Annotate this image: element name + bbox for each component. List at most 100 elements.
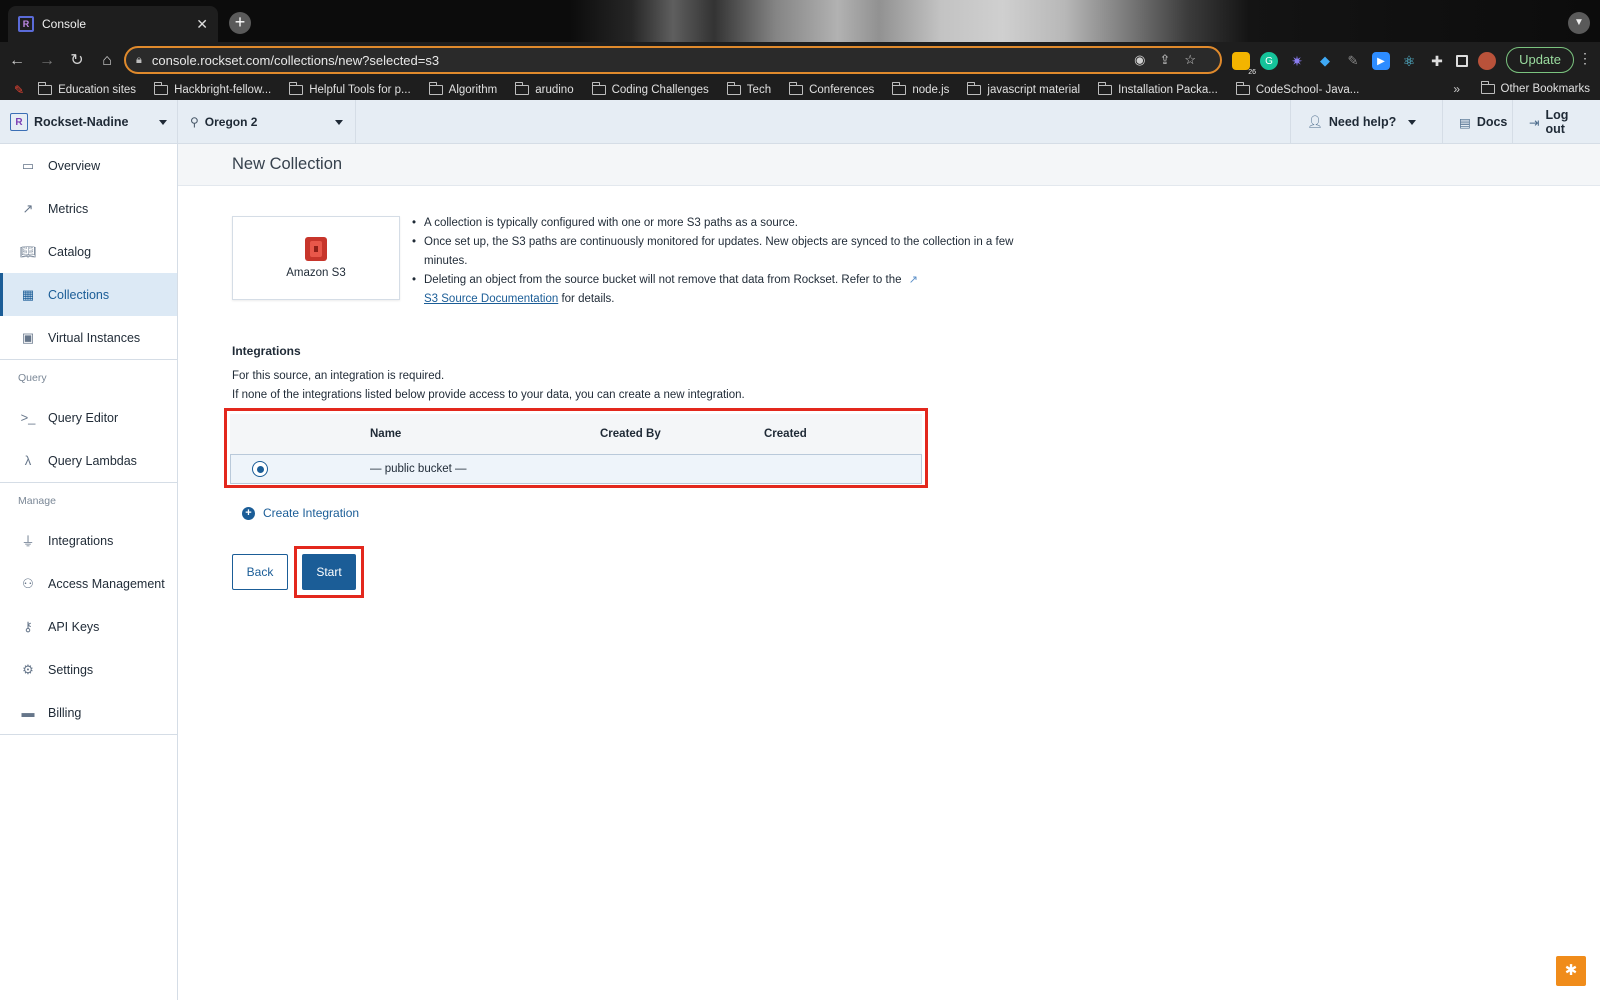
need-help-menu[interactable]: 👤︎ Need help? <box>1290 100 1442 144</box>
tab-title: Console <box>42 17 87 31</box>
sidebar-item-settings[interactable]: ⚙ Settings <box>0 648 177 691</box>
create-integration-link[interactable]: + Create Integration <box>242 506 359 520</box>
bookmark-folder[interactable]: Installation Packa... <box>1098 82 1218 96</box>
region-selector[interactable]: ⚲ Oregon 2 <box>178 100 356 144</box>
org-name: Rockset-Nadine <box>34 115 129 129</box>
close-tab-icon[interactable]: ✕ <box>196 16 208 33</box>
chart-icon: ↗ <box>22 200 34 216</box>
rockset-favicon-icon: R <box>18 16 34 32</box>
bookmark-folder[interactable]: arudino <box>515 82 574 96</box>
bookmark-folder[interactable]: Hackbright-fellow... <box>154 82 271 96</box>
bookmark-folder[interactable]: Coding Challenges <box>591 82 709 96</box>
notes-extension-icon[interactable]: 26 <box>1232 52 1256 76</box>
new-tab-button[interactable]: + <box>229 12 251 34</box>
info-bullet: Deleting an object from the source bucke… <box>412 271 1032 309</box>
rockset-logo-icon: R <box>10 113 28 131</box>
s3-docs-link[interactable]: S3 Source Documentation <box>424 293 558 305</box>
info-bullet-text: Deleting an object from the source bucke… <box>424 274 902 286</box>
more-bookmarks-button[interactable]: » <box>1453 82 1460 96</box>
document-icon: ▤ <box>1459 115 1471 130</box>
bookmark-folder[interactable]: Education sites <box>38 82 136 96</box>
tabstrip-background <box>570 0 1600 42</box>
folder-icon <box>591 82 606 95</box>
extensions-bar: 26 G ✷ ◆ ✎ ▶ ⚛ ✚ <box>1232 48 1496 76</box>
map-pin-icon: ⚲ <box>190 115 199 129</box>
address-bar[interactable]: 🔒︎ console.rockset.com/collections/new?s… <box>124 46 1222 74</box>
start-button[interactable]: Start <box>302 554 356 590</box>
back-button[interactable]: Back <box>232 554 288 590</box>
bookmark-folder[interactable]: node.js <box>892 82 949 96</box>
chip-icon: ▣ <box>21 329 35 345</box>
source-card-amazon-s3: Amazon S3 <box>232 216 400 300</box>
table-header: Name Created By Created <box>230 414 922 454</box>
folder-icon <box>154 82 169 95</box>
omnibox-actions[interactable]: ◉⇪☆ <box>1134 52 1210 68</box>
integration-radio[interactable] <box>252 461 268 477</box>
bug-report-icon[interactable]: ✱ <box>1556 956 1586 986</box>
profile-avatar[interactable] <box>1478 52 1496 70</box>
sidebar-item-integrations[interactable]: ⏚ Integrations <box>0 519 177 562</box>
update-button[interactable]: Update <box>1506 47 1574 73</box>
source-name: Amazon S3 <box>286 267 346 279</box>
url-text: console.rockset.com/collections/new?sele… <box>151 52 440 68</box>
bookmark-folder[interactable]: Helpful Tools for p... <box>289 82 411 96</box>
source-info-list: A collection is typically configured wit… <box>412 214 1032 309</box>
tab-search-button[interactable]: ▼ <box>1568 12 1590 34</box>
bookmark-folder[interactable]: Conferences <box>789 82 874 96</box>
sidebar-item-collections[interactable]: ▦ Collections <box>0 273 177 316</box>
gem-extension-icon[interactable]: ◆ <box>1316 52 1334 70</box>
browser-menu-icon[interactable]: ⋮ <box>1578 50 1592 67</box>
grammarly-extension-icon[interactable]: G <box>1260 52 1278 70</box>
reload-icon[interactable]: ↻ <box>64 48 90 74</box>
bookmark-folder[interactable]: CodeSchool- Java... <box>1235 82 1359 96</box>
sidebar-item-virtual-instances[interactable]: ▣ Virtual Instances <box>0 316 177 359</box>
bookmarks-bar: ✎ Education sites Hackbright-fellow... H… <box>0 80 1600 100</box>
sidebar-item-api-keys[interactable]: ⚷ API Keys <box>0 605 177 648</box>
browser-tabstrip: R Console ✕ + ▼ <box>0 0 1600 42</box>
external-link-icon: ↗ <box>908 274 918 286</box>
pen-extension-icon[interactable]: ✎ <box>1344 52 1362 70</box>
integrations-heading: Integrations <box>232 344 301 358</box>
home-icon[interactable]: ⌂ <box>94 48 120 74</box>
gear-icon: ⚙ <box>22 661 34 677</box>
folder-icon <box>892 82 907 95</box>
react-extension-icon[interactable]: ⚛ <box>1400 52 1418 70</box>
sidebar-item-metrics[interactable]: ↗ Metrics <box>0 187 177 230</box>
logout-label: Log out <box>1545 108 1569 136</box>
table-row[interactable]: — public bucket — <box>230 454 922 484</box>
org-switcher[interactable]: R Rockset-Nadine <box>0 100 178 144</box>
bookmark-folder[interactable]: javascript material <box>967 82 1080 96</box>
table-icon: ▦ <box>21 286 35 302</box>
puzzle-extensions-icon[interactable]: ✚ <box>1428 52 1446 70</box>
logout-button[interactable]: ⇥ Log out <box>1512 100 1600 144</box>
sidebar-item-query-editor[interactable]: >_ Query Editor <box>0 396 177 439</box>
create-integration-label: Create Integration <box>263 506 360 520</box>
info-bullet-text: for details. <box>561 293 615 305</box>
bookmark-folder[interactable]: Tech <box>726 82 771 96</box>
docs-link[interactable]: ▤ Docs <box>1442 100 1512 144</box>
book-icon: 📖︎ <box>20 243 37 259</box>
integrations-section: Integrations For this source, an integra… <box>232 342 992 405</box>
sidebar-item-billing[interactable]: ▬ Billing <box>0 691 177 734</box>
forward-arrow-icon[interactable]: → <box>34 48 60 74</box>
lambda-icon: λ <box>24 453 32 468</box>
zoom-extension-icon[interactable]: ▶ <box>1372 52 1390 70</box>
browser-tab[interactable]: R Console ✕ <box>8 6 218 42</box>
sidebar-item-overview[interactable]: ▭ Overview <box>0 144 177 187</box>
browser-toolbar: ← → ↻ ⌂ 🔒︎ console.rockset.com/collectio… <box>0 42 1600 80</box>
extension-badge: 26 <box>1248 69 1256 76</box>
amazon-s3-icon <box>305 237 327 261</box>
other-bookmarks[interactable]: Other Bookmarks <box>1480 81 1590 95</box>
back-arrow-icon[interactable]: ← <box>4 48 30 74</box>
sidepanel-icon[interactable] <box>1456 55 1468 67</box>
folder-icon <box>726 82 741 95</box>
integration-name: — public bucket — <box>370 463 467 475</box>
star-extension-icon[interactable]: ✷ <box>1288 52 1306 70</box>
sidebar-item-access-management[interactable]: ⚇ Access Management <box>0 562 177 605</box>
region-name: Oregon 2 <box>204 115 258 129</box>
query-section-label: Query <box>18 372 47 384</box>
apps-icon[interactable]: ✎ <box>14 83 24 97</box>
sidebar-item-catalog[interactable]: 📖︎ Catalog <box>0 230 177 273</box>
bookmark-folder[interactable]: Algorithm <box>428 82 497 96</box>
sidebar-item-query-lambdas[interactable]: λ Query Lambdas <box>0 439 177 482</box>
